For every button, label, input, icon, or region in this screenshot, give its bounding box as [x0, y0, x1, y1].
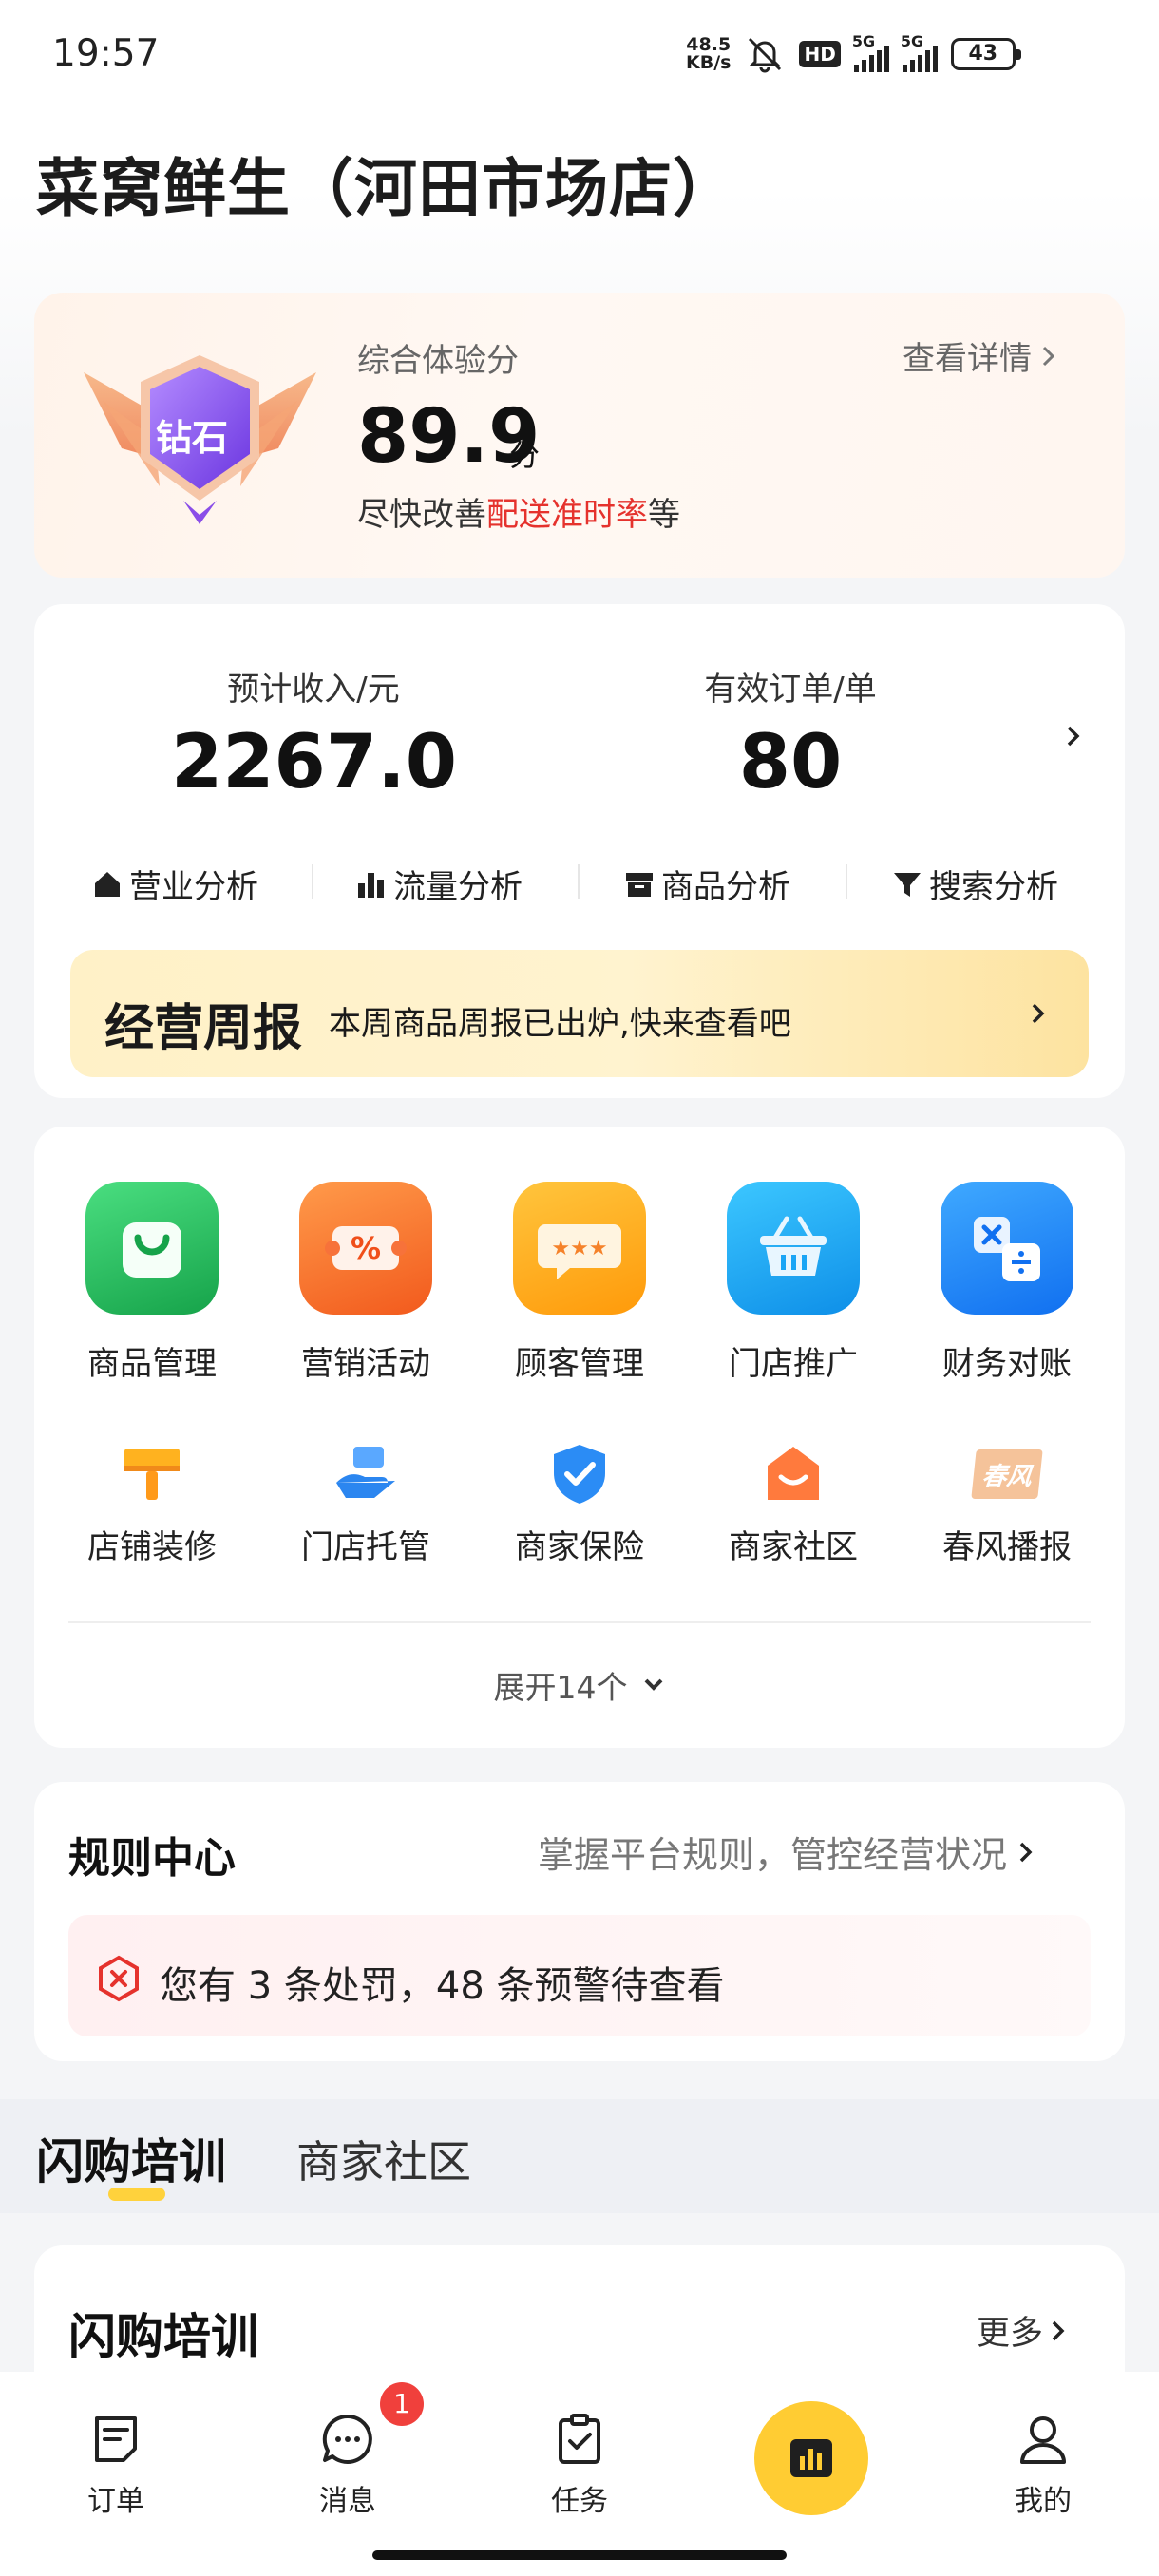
home-icon	[95, 871, 120, 897]
chevron-right-icon	[1019, 1842, 1033, 1862]
dashboard-icon	[790, 2439, 832, 2477]
tool-product-management[interactable]: 商品管理	[62, 1182, 242, 1384]
active-tab-indicator	[108, 2188, 165, 2201]
tool-finance-reconciliation[interactable]: 财务对账	[917, 1182, 1097, 1384]
rules-subtitle-link[interactable]: 掌握平台规则，管控经营状况	[538, 1826, 1036, 1878]
funnel-icon	[894, 872, 921, 897]
orders-label: 有效订单/单	[704, 671, 877, 709]
tool-merchant-insurance[interactable]: 商家保险	[489, 1441, 670, 1567]
calculator-icon	[940, 1182, 1074, 1315]
tool-spring-news[interactable]: 春风 春风播报	[917, 1441, 1097, 1567]
error-hexagon-icon	[99, 1955, 139, 2002]
basket-icon	[727, 1182, 860, 1315]
order-icon	[95, 2416, 137, 2462]
message-icon	[322, 2414, 372, 2464]
badge-text: 钻石	[156, 417, 229, 459]
battery-icon: 43	[950, 38, 1021, 70]
svg-text:%: %	[351, 1230, 381, 1266]
chevron-down-icon	[644, 1678, 662, 1691]
score-label: 综合体验分	[357, 342, 519, 380]
shield-check-icon	[546, 1441, 613, 1507]
tool-store-decoration[interactable]: 店铺装修	[62, 1441, 242, 1567]
penalty-text: 您有 3 条处罚，48 条预警待查看	[160, 1964, 725, 2008]
chat-rating-icon: ★★★	[513, 1182, 646, 1315]
score-unit: 分	[509, 437, 541, 473]
score-tip: 尽快改善配送准时率等	[357, 496, 680, 534]
shopping-bag-icon	[86, 1182, 218, 1315]
diamond-badge-icon: 钻石	[65, 334, 335, 534]
chevron-right-icon	[1032, 1003, 1045, 1024]
community-icon	[760, 1441, 826, 1507]
income-label: 预计收入/元	[227, 671, 400, 709]
svg-text:★★★: ★★★	[551, 1237, 607, 1260]
signal-icon: 5G	[901, 32, 938, 72]
orders-value[interactable]: 80	[648, 720, 933, 805]
chevron-right-icon	[1052, 2320, 1065, 2340]
message-badge: 1	[380, 2382, 424, 2426]
task-icon	[559, 2414, 600, 2464]
nav-orders[interactable]: 订单	[40, 2411, 192, 2519]
box-icon	[626, 872, 653, 897]
tab-merchant-community[interactable]: 商家社区	[296, 2128, 471, 2190]
expand-tools-button[interactable]: 展开14个	[0, 1662, 1159, 1708]
training-more-link[interactable]: 更多	[977, 2306, 1068, 2355]
divider	[68, 1621, 1091, 1623]
home-indicator[interactable]	[372, 2550, 787, 2560]
network-speed: 48.5 KB/s	[686, 34, 732, 73]
signal-icon: 5G	[852, 32, 889, 72]
weekly-report-desc: 本周商品周报已出炉,快来查看吧	[329, 1005, 791, 1043]
paint-brush-icon	[119, 1441, 185, 1507]
mute-bell-icon	[749, 37, 782, 73]
view-details-link[interactable]: 查看详情	[902, 332, 1058, 379]
tool-store-promotion[interactable]: 门店推广	[703, 1182, 884, 1384]
coupon-icon: %	[299, 1182, 432, 1315]
tool-customer-management[interactable]: ★★★ 顾客管理	[489, 1182, 670, 1384]
chevron-right-icon[interactable]	[1062, 722, 1085, 750]
traffic-analysis-link[interactable]: 流量分析	[355, 861, 522, 907]
chevron-right-icon	[1042, 346, 1055, 366]
tool-store-hosting[interactable]: 门店托管	[276, 1441, 456, 1567]
business-analysis-link[interactable]: 营业分析	[91, 861, 258, 907]
nav-messages[interactable]: 消息	[272, 2411, 424, 2519]
store-title[interactable]: 菜窝鲜生（河田市场店）	[36, 138, 736, 229]
income-value[interactable]: 2267.0	[171, 720, 457, 805]
tool-marketing-activity[interactable]: % 营销活动	[276, 1182, 456, 1384]
spring-news-icon: 春风	[971, 1441, 1043, 1507]
nav-dashboard-button[interactable]	[754, 2401, 868, 2515]
profile-icon	[1020, 2416, 1066, 2464]
bar-chart-icon	[358, 872, 384, 898]
search-analysis-link[interactable]: 搜索分析	[891, 861, 1058, 907]
status-time: 19:57	[52, 32, 160, 75]
tab-flash-training[interactable]: 闪购培训	[36, 2124, 226, 2192]
training-title: 闪购培训	[68, 2309, 258, 2364]
hd-icon: HD	[799, 41, 841, 67]
status-icons: 48.5 KB/s HD 5G 5G 43	[686, 30, 1021, 78]
hand-icon	[332, 1441, 399, 1507]
nav-tasks[interactable]: 任务	[504, 2411, 656, 2519]
tool-merchant-community[interactable]: 商家社区	[703, 1441, 884, 1567]
product-analysis-link[interactable]: 商品分析	[623, 861, 790, 907]
nav-profile[interactable]: 我的	[967, 2411, 1119, 2519]
weekly-report-title: 经营周报	[104, 1000, 303, 1057]
rules-title: 规则中心	[68, 1834, 236, 1883]
